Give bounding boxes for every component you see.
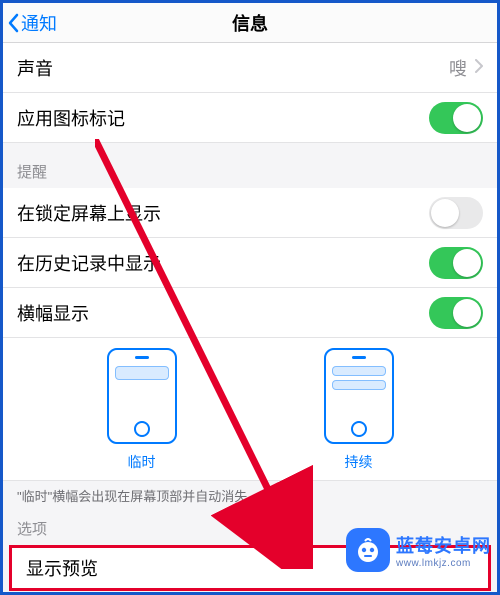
row-preview-label: 显示预览	[26, 555, 98, 581]
toggle-banner[interactable]	[429, 297, 483, 329]
row-badge-label: 应用图标标记	[17, 105, 125, 131]
banner-persistent-label: 持续	[345, 452, 373, 472]
watermark: 蓝莓安卓网 www.lmkjz.com	[346, 528, 491, 572]
row-banner-label: 横幅显示	[17, 300, 89, 326]
row-banner: 横幅显示	[3, 288, 497, 338]
row-lock-screen: 在锁定屏幕上显示	[3, 188, 497, 238]
watermark-url: www.lmkjz.com	[396, 558, 491, 569]
row-history: 在历史记录中显示	[3, 238, 497, 288]
page-title: 信息	[232, 10, 268, 36]
chevron-left-icon	[7, 13, 19, 33]
row-badge: 应用图标标记	[3, 93, 497, 143]
banner-footnote: "临时"横幅会出现在屏幕顶部并自动消失。	[3, 481, 497, 510]
banner-temporary-label: 临时	[128, 452, 156, 472]
row-sound-value: 嗖	[449, 55, 467, 81]
navbar: 通知 信息	[3, 3, 497, 43]
banner-style-temporary[interactable]: 临时	[107, 348, 177, 472]
row-history-label: 在历史记录中显示	[17, 250, 161, 276]
toggle-history[interactable]	[429, 247, 483, 279]
phone-icon	[107, 348, 177, 444]
toggle-badge[interactable]	[429, 102, 483, 134]
phone-icon	[324, 348, 394, 444]
section-header-alerts: 提醒	[3, 143, 497, 188]
row-lock-label: 在锁定屏幕上显示	[17, 200, 161, 226]
toggle-lock-screen[interactable]	[429, 197, 483, 229]
blueberry-icon	[346, 528, 390, 572]
row-sound-label: 声音	[17, 55, 53, 81]
back-label: 通知	[21, 10, 57, 36]
banner-style-persistent[interactable]: 持续	[324, 348, 394, 472]
banner-style-group: 临时 持续	[3, 338, 497, 481]
settings-screen: 通知 信息 声音 嗖 应用图标标记 提醒 在锁定屏幕上显示 在历史记录中显示 横…	[0, 0, 500, 595]
chevron-right-icon	[475, 57, 483, 78]
watermark-brand: 蓝莓安卓网	[396, 532, 491, 558]
back-button[interactable]: 通知	[7, 10, 57, 36]
row-sound[interactable]: 声音 嗖	[3, 43, 497, 93]
